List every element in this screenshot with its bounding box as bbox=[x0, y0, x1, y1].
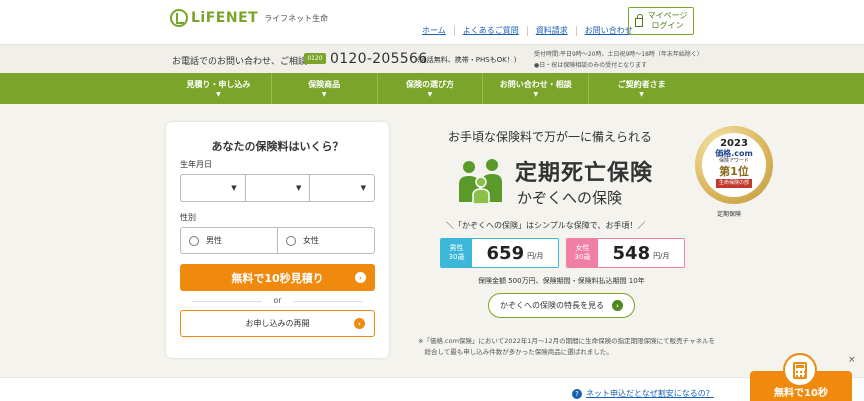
phone-note: (通話無料、携帯・PHSもOK！) bbox=[417, 56, 517, 64]
resume-application-label: お申し込みの再開 bbox=[245, 319, 310, 328]
product-title: 定期死亡保険 bbox=[515, 161, 654, 186]
chevron-right-icon: › bbox=[355, 272, 366, 283]
female-age-tag: 女性 30歳 bbox=[567, 239, 598, 267]
gnav-products-label: 保険商品 bbox=[308, 80, 341, 89]
birth-month-select[interactable]: ▼ bbox=[244, 175, 310, 201]
free-quote-button[interactable]: 無料で10秒見積り › bbox=[180, 264, 375, 291]
award-category: 生命保険の部 bbox=[715, 179, 752, 188]
calculator-icon bbox=[783, 353, 817, 387]
female-price: 548 bbox=[612, 242, 651, 264]
birth-day-select[interactable]: ▼ bbox=[309, 175, 374, 201]
gnav-policyholders-label: ご契約者さま bbox=[617, 80, 666, 89]
nav-brochure-link[interactable]: 資料請求 bbox=[526, 26, 576, 36]
mypage-login-button[interactable]: マイページ ログイン bbox=[628, 7, 694, 35]
caret-down-icon: ▼ bbox=[321, 91, 327, 98]
award-medal: 2023 価格.com 保険アワード 第1位 生命保険の部 bbox=[695, 126, 773, 204]
gnav-how-to-choose[interactable]: 保険の選び方 ▼ bbox=[376, 73, 483, 104]
phone-hours: 受付時間:平日9時～20時、土日祝9時～18時（年末年始除く） ●日・祝は保険相… bbox=[534, 49, 703, 71]
award-year: 2023 bbox=[720, 138, 748, 149]
phone-hours-line-1: 受付時間:平日9時～20時、土日祝9時～18時（年末年始除く） bbox=[534, 51, 703, 58]
logo-subtitle: ライフネット生命 bbox=[264, 13, 329, 23]
logo-wordmark: LiFENET bbox=[191, 10, 259, 26]
why-cheap-link[interactable]: ? ネット申込だとなぜ割安になるの？ bbox=[572, 388, 714, 399]
female-price-unit: 円/月 bbox=[653, 252, 670, 260]
sex-female-label: 女性 bbox=[303, 236, 319, 245]
product-tagline: ＼「かぞくへの保険」はシンプルな保障で、お手頃！／ bbox=[446, 221, 646, 230]
caret-down-icon: ▼ bbox=[216, 91, 221, 98]
site-header: LiFENET ライフネット生命 ホーム よくあるご質問 資料請求 お問い合わせ… bbox=[0, 0, 864, 44]
gnav-contact-label: お問い合わせ・相談 bbox=[499, 80, 572, 89]
birthdate-selects: ▼ ▼ ▼ bbox=[180, 174, 375, 202]
sex-label: 性別 bbox=[180, 213, 196, 222]
resume-application-button[interactable]: お申し込みの再開 › bbox=[180, 310, 375, 337]
promo-headline: お手頃な保険料で万が一に備えられる bbox=[448, 130, 653, 144]
nav-home-link[interactable]: ホーム bbox=[414, 26, 454, 36]
caret-down-icon: ▼ bbox=[427, 91, 433, 98]
chevron-right-icon: › bbox=[354, 318, 365, 329]
gnav-how-to-choose-label: 保険の選び方 bbox=[405, 80, 454, 89]
caret-down-icon: ▼ bbox=[639, 91, 644, 98]
quote-form-card: あなたの保険料はいくら？ 生年月日 ▼ ▼ ▼ 性別 男性 女性 無料で10秒見… bbox=[166, 122, 389, 358]
birth-year-select[interactable]: ▼ bbox=[181, 175, 245, 201]
caret-down-icon: ▼ bbox=[533, 91, 539, 98]
freedial-icon: 0120 bbox=[304, 53, 326, 64]
award-footnote: ※「価格.com保険」において2022年1月～12月の期間に生命保険の指定期限保… bbox=[418, 337, 716, 356]
free-quote-label: 無料で10秒見積り bbox=[231, 271, 324, 285]
close-icon[interactable]: × bbox=[848, 355, 856, 365]
award-caption: 定期保険 bbox=[717, 211, 742, 218]
award-brand: 価格.com bbox=[715, 149, 753, 158]
bottom-bar: ? ネット申込だとなぜ割安になるの？ bbox=[0, 377, 864, 401]
mypage-login-label: マイページ ログイン bbox=[647, 11, 688, 30]
award-rank: 第1位 bbox=[719, 165, 749, 178]
award-name: 保険アワード bbox=[718, 158, 749, 164]
radio-male[interactable] bbox=[189, 235, 199, 246]
gnav-quote-label: 見積り・申し込み bbox=[186, 80, 251, 89]
logo[interactable]: LiFENET ライフネット生命 bbox=[170, 9, 328, 27]
male-price-unit: 円/月 bbox=[527, 252, 544, 260]
product-features-button[interactable]: かぞくへの保険の特長を見る › bbox=[488, 293, 635, 318]
male-price-box: 男性 30歳 659 円/月 bbox=[440, 238, 559, 268]
gnav-products[interactable]: 保険商品 ▼ bbox=[270, 73, 377, 104]
radio-female[interactable] bbox=[286, 235, 296, 246]
gnav-quote[interactable]: 見積り・申し込み ▼ bbox=[166, 73, 271, 104]
sex-male-label: 男性 bbox=[206, 236, 222, 245]
phone-lead-text: お電話でのお問い合わせ、ご相談 bbox=[172, 57, 308, 67]
sex-radio-group: 男性 女性 bbox=[180, 227, 375, 254]
gnav-policyholders[interactable]: ご契約者さま ▼ bbox=[588, 73, 694, 104]
product-features-label: かぞくへの保険の特長を見る bbox=[500, 301, 604, 310]
male-price: 659 bbox=[486, 242, 525, 264]
family-icon bbox=[459, 159, 502, 204]
phone-number[interactable]: 0120-205566 bbox=[330, 51, 427, 67]
male-age-tag: 男性 30歳 bbox=[441, 239, 472, 267]
global-nav: 見積り・申し込み ▼ 保険商品 ▼ 保険の選び方 ▼ お問い合わせ・相談 ▼ ご契約者さ… bbox=[0, 73, 864, 104]
phone-bar: お電話でのお問い合わせ、ご相談 0120 0120-205566 (通話無料、携… bbox=[0, 44, 864, 73]
top-nav: ホーム よくあるご質問 資料請求 お問い合わせ bbox=[414, 26, 641, 36]
lock-icon bbox=[634, 13, 643, 27]
nav-faq-link[interactable]: よくあるご質問 bbox=[453, 26, 527, 36]
product-subtitle: かぞくへの保険 bbox=[517, 189, 623, 207]
sex-male-option[interactable]: 男性 bbox=[181, 228, 277, 253]
why-cheap-label: ネット申込だとなぜ割安になるの？ bbox=[586, 389, 714, 398]
form-title: あなたの保険料はいくら？ bbox=[211, 140, 344, 153]
sex-female-option[interactable]: 女性 bbox=[277, 228, 374, 253]
female-price-box: 女性 30歳 548 円/月 bbox=[566, 238, 685, 268]
logo-mark-icon bbox=[170, 9, 188, 27]
gnav-contact[interactable]: お問い合わせ・相談 ▼ bbox=[482, 73, 588, 104]
birthdate-label: 生年月日 bbox=[180, 160, 212, 169]
or-divider: or bbox=[166, 296, 389, 305]
question-icon: ? bbox=[572, 388, 582, 399]
coverage-note: 保険金額 500万円、保険期間・保険料払込期間 10年 bbox=[478, 277, 645, 285]
phone-hours-line-2: ●日・祝は保険相談のみの受付となります bbox=[534, 62, 648, 69]
chevron-right-icon: › bbox=[612, 300, 623, 311]
